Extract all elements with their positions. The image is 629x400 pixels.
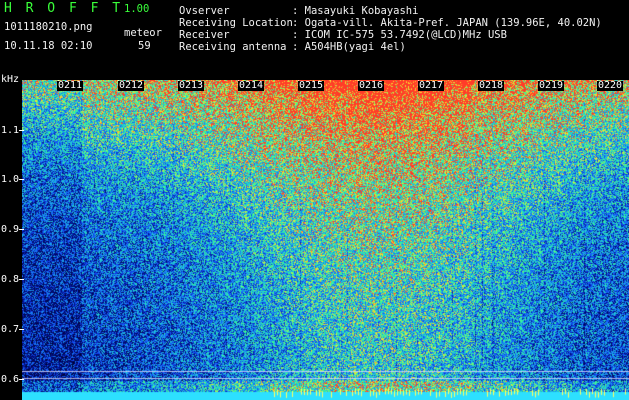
time-label-0220: 0220 [597, 80, 624, 91]
freq-label-1-0: 1.0 [1, 174, 20, 185]
freq-tick [19, 279, 24, 280]
time-label-0215: 0215 [298, 80, 325, 91]
freq-label-0-6: 0.6 [1, 374, 20, 385]
freq-label-1-1: 1.1 [1, 125, 20, 136]
time-label-0218: 0218 [478, 80, 505, 91]
capture-datetime: 10.11.18 02:10 [4, 40, 93, 52]
freq-tick [19, 329, 24, 330]
info-label-antenna: Receiving antenna [179, 41, 287, 53]
time-label-0216: 0216 [358, 80, 385, 91]
file-name: 1011180210.png [4, 21, 93, 33]
freq-unit-label: kHz [1, 74, 20, 85]
freq-tick [19, 229, 24, 230]
freq-tick [19, 130, 24, 131]
time-label-0217: 0217 [418, 80, 445, 91]
freq-tick [19, 379, 24, 380]
time-label-0211: 0211 [57, 80, 84, 91]
app-version: 1.00 [124, 3, 150, 15]
meteor-count: 59 [138, 40, 151, 52]
freq-label-0-7: 0.7 [1, 324, 20, 335]
time-label-0214: 0214 [238, 80, 265, 91]
freq-tick [19, 179, 24, 180]
spectrogram-canvas [22, 80, 629, 400]
time-label-0219: 0219 [538, 80, 565, 91]
time-label-0213: 0213 [178, 80, 205, 91]
meteor-label: meteor [124, 27, 162, 39]
info-value-antenna: : A504HB(yagi 4el) [292, 41, 406, 53]
freq-label-0-8: 0.8 [1, 274, 20, 285]
app-name: H R O F F T [4, 1, 124, 16]
time-label-0212: 0212 [118, 80, 145, 91]
freq-label-0-9: 0.9 [1, 224, 20, 235]
